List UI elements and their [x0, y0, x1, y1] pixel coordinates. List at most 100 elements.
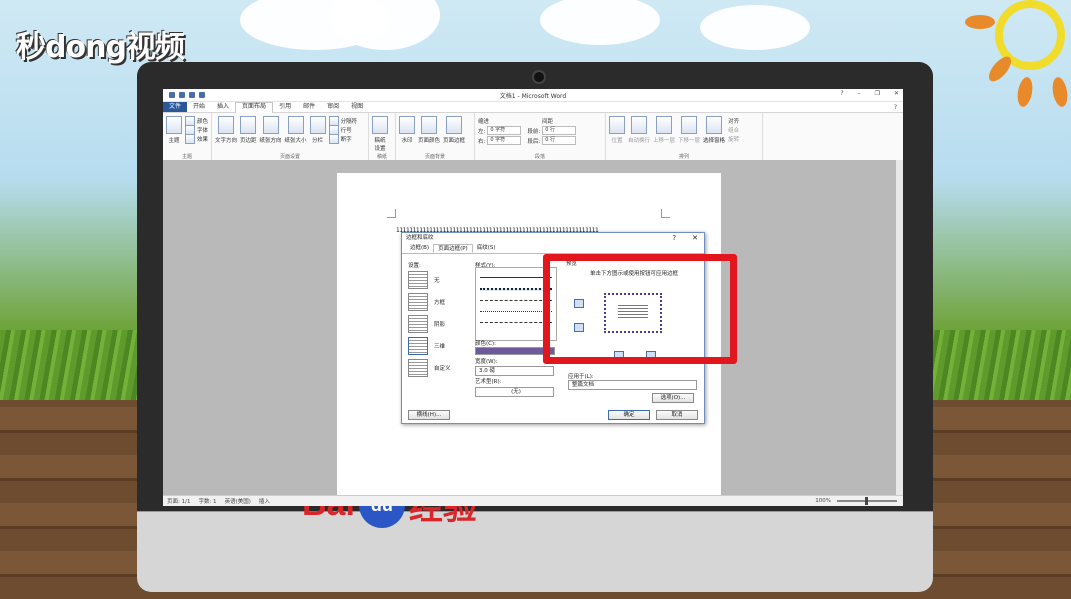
sun-ray [965, 15, 995, 29]
rotate-label: 旋转 [728, 136, 740, 143]
align-button[interactable]: 对齐 [728, 116, 739, 125]
setting-3d[interactable]: 三维 [408, 335, 451, 357]
hyphenation-button[interactable]: 断字 [328, 133, 358, 144]
apply-to-label: 应用于(L): [568, 374, 594, 380]
color-label: 颜色(C): [475, 341, 496, 347]
monitor-chin [137, 511, 933, 592]
restore-icon[interactable]: ❐ [875, 90, 880, 97]
sun-ray [1015, 76, 1035, 108]
selection-pane-icon [706, 116, 723, 134]
setting-box-icon [408, 293, 428, 311]
tab-page-layout[interactable]: 页面布局 [235, 101, 274, 113]
group-page-setup: 文字方向 页边距 纸张方向 纸张大小 分栏 分隔符 行号 断字 页面设置 [212, 113, 369, 161]
minimize-icon[interactable]: – [858, 90, 861, 97]
status-bar: 页面: 1/1 字数: 1 英语(美国) 插入 100% [163, 495, 903, 506]
hyphenation-icon [328, 133, 339, 144]
ribbon: 主题 颜色 字体 效果 主题 文字方向 页边距 纸张方向 纸张大小 分栏 分隔符… [163, 112, 903, 162]
style-option[interactable] [480, 277, 552, 279]
status-language[interactable]: 英语(美国) [225, 497, 251, 505]
setting-shadow-icon [408, 315, 428, 333]
settings-label: 设置: [408, 263, 421, 269]
status-words[interactable]: 字数: 1 [198, 497, 216, 505]
group-label-paragraph: 段落 [534, 154, 545, 160]
group-label-arrange: 排列 [678, 154, 689, 160]
indent-left-input[interactable]: 0 字符 [487, 126, 522, 135]
setting-box-label: 方框 [434, 300, 446, 306]
group-label-draft: 稿纸 [376, 154, 387, 160]
sun-ray [984, 53, 1016, 85]
style-option-selected[interactable] [480, 288, 552, 291]
apply-to-dropdown[interactable]: 整篇文档 [568, 380, 697, 390]
tab-borders[interactable]: 边框(B) [406, 244, 433, 253]
tab-review[interactable]: 审阅 [321, 102, 345, 112]
zoom-level[interactable]: 100% [815, 498, 831, 504]
tab-file[interactable]: 文件 [163, 102, 188, 112]
ribbon-help-icon[interactable]: ? [894, 104, 903, 111]
group-paragraph: 缩进 间距 左: 0 字符 段前: 0 行 右: 0 字符 段后: 0 行 段落 [475, 113, 606, 161]
group-draft: 稿纸设置 稿纸 [369, 113, 396, 161]
bring-forward-icon [656, 116, 673, 134]
spacing-before-input[interactable]: 0 行 [542, 126, 577, 135]
status-mode[interactable]: 插入 [259, 497, 270, 505]
indent-right-input[interactable]: 0 字符 [487, 136, 522, 145]
margins-label: 页边距 [240, 138, 257, 144]
help-icon[interactable]: ? [840, 90, 843, 97]
dialog-close-icon[interactable]: ✕ [692, 233, 698, 244]
highlight-box [543, 254, 737, 364]
horizontal-line-button[interactable]: 横线(H)... [408, 410, 450, 420]
dialog-tabs: 边框(B) 页面边框(P) 底纹(S) [402, 244, 704, 254]
cancel-button[interactable]: 取消 [656, 410, 698, 420]
art-dropdown[interactable]: (无) [475, 387, 554, 397]
dialog-help-icon[interactable]: ? [672, 233, 676, 244]
selection-pane-label: 选择窗格 [703, 138, 726, 144]
close-icon[interactable]: ✕ [894, 90, 899, 97]
width-dropdown[interactable]: 3.0 磅 [475, 366, 554, 376]
setting-none[interactable]: 无 [408, 269, 451, 291]
themes-label: 主题 [168, 138, 180, 144]
size-label: 纸张大小 [284, 138, 307, 144]
paragraph-row-1: 左: 0 字符 段前: 0 行 [478, 126, 602, 135]
group-objects-button[interactable]: 组合 [728, 125, 739, 134]
dialog-controls: ? ✕ [672, 233, 698, 244]
position-icon [609, 116, 625, 134]
draft-icon [372, 116, 388, 134]
spacing-after-input[interactable]: 0 行 [542, 136, 577, 145]
status-page[interactable]: 页面: 1/1 [167, 497, 190, 505]
setting-custom[interactable]: 自定义 [408, 357, 451, 379]
tab-home[interactable]: 开始 [187, 102, 211, 112]
tab-page-border[interactable]: 页面边框(P) [433, 244, 473, 253]
tab-mailings[interactable]: 邮件 [297, 102, 321, 112]
indent-right-label: 右: [478, 138, 486, 145]
style-option[interactable] [480, 322, 552, 324]
theme-effects-button[interactable]: 效果 [185, 133, 208, 144]
setting-shadow[interactable]: 阴影 [408, 313, 451, 335]
status-right: 100% [815, 497, 903, 505]
tab-insert[interactable]: 插入 [211, 102, 235, 112]
spacing-header: 间距 [542, 118, 554, 125]
cloud [540, 0, 660, 45]
webcam [532, 70, 546, 84]
setting-box[interactable]: 方框 [408, 291, 451, 313]
group-label-themes: 主题 [181, 154, 192, 160]
ok-button[interactable]: 确定 [608, 410, 650, 420]
rotate-button[interactable]: 旋转 [728, 134, 739, 143]
setting-3d-icon [408, 337, 428, 355]
orientation-icon [262, 116, 279, 134]
tab-shading[interactable]: 底纹(S) [473, 244, 500, 253]
tab-view[interactable]: 视图 [345, 102, 369, 112]
zoom-slider[interactable] [837, 497, 897, 505]
options-button[interactable]: 选项(O)... [652, 393, 694, 403]
window-title: 文档1 - Microsoft Word [499, 92, 567, 100]
tab-references[interactable]: 引用 [273, 102, 297, 112]
indent-header: 缩进 [478, 118, 490, 125]
margins-icon [240, 116, 257, 134]
style-option[interactable] [480, 300, 552, 302]
group-label-page-background: 页面背景 [424, 154, 445, 160]
paragraph-headers: 缩进 间距 [478, 116, 602, 125]
cloud [700, 5, 810, 50]
vertical-scrollbar[interactable] [896, 160, 903, 496]
ribbon-tabs: 文件 开始 插入 页面布局 引用 邮件 审阅 视图 ? [163, 101, 903, 113]
dialog-title: 边框和底纹 [406, 235, 434, 241]
style-option[interactable] [480, 311, 552, 313]
line-numbers-label: 行号 [340, 127, 352, 134]
